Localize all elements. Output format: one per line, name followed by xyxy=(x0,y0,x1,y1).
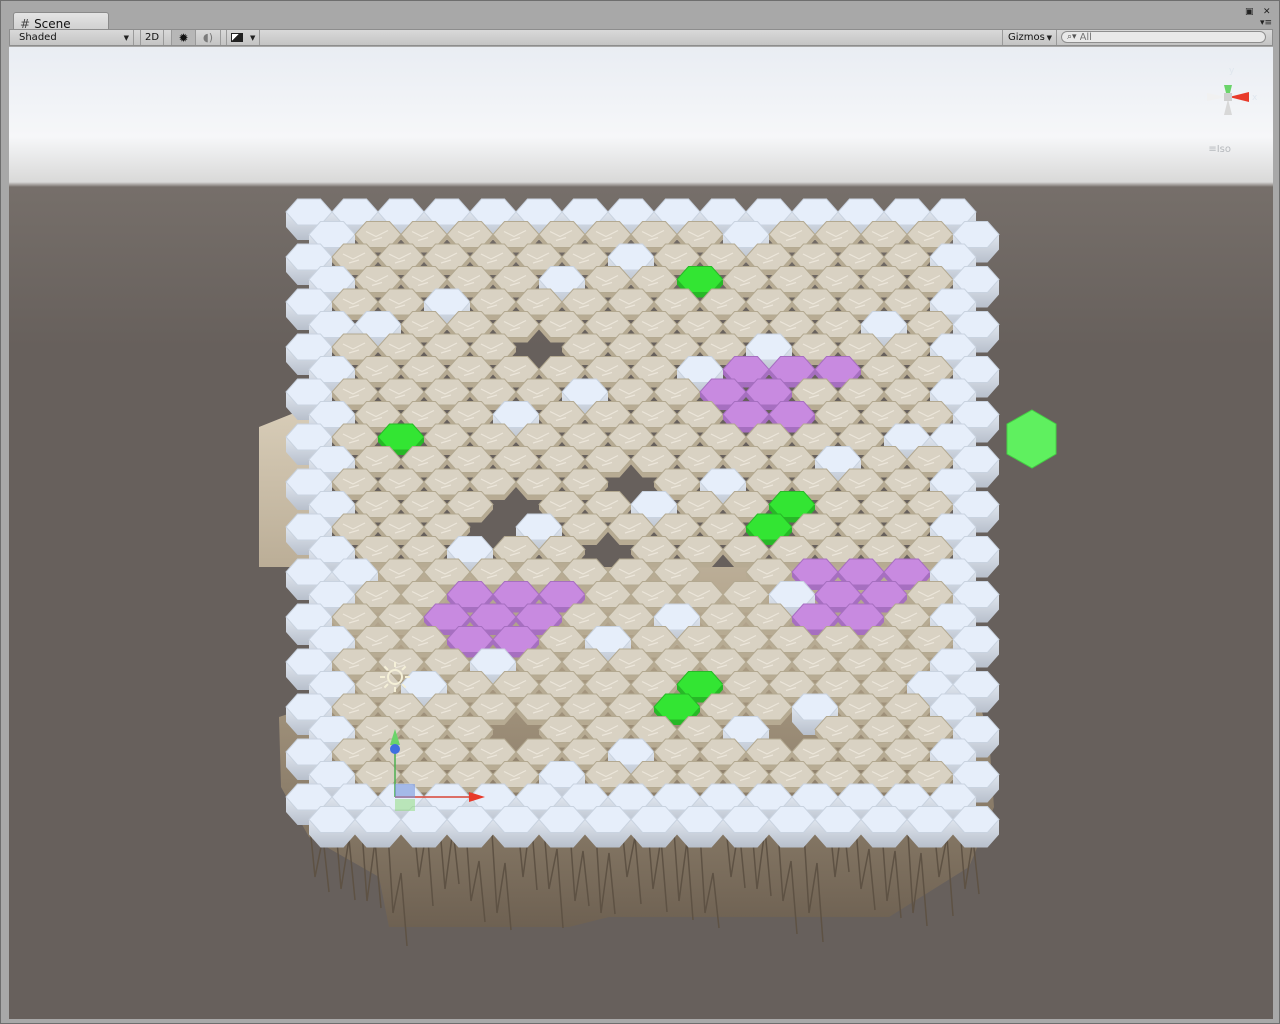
white-tile xyxy=(584,806,632,848)
speaker-icon: ◖) xyxy=(202,31,214,44)
white-tile xyxy=(906,806,954,848)
gizmos-label: Gizmos xyxy=(1008,32,1045,43)
white-tile xyxy=(814,806,862,848)
tab-strip: # Scene xyxy=(7,6,1273,34)
white-tile xyxy=(952,806,1000,848)
selected-green-hex xyxy=(1006,409,1057,469)
white-tile xyxy=(860,806,908,848)
hex-board xyxy=(259,198,1057,947)
maximize-icon[interactable]: ▣ xyxy=(1245,8,1254,17)
white-tile xyxy=(308,806,356,848)
white-tile xyxy=(538,806,586,848)
projection-label-text: Iso xyxy=(1216,144,1231,155)
panel-menu-icon[interactable]: ▾≡ xyxy=(1260,19,1272,28)
white-tile xyxy=(400,806,448,848)
draw-mode-label: Shaded xyxy=(19,32,57,43)
effects-dropdown[interactable]: ▼ xyxy=(226,30,260,45)
scene-hex-map[interactable] xyxy=(9,47,1273,1019)
white-tile xyxy=(630,806,678,848)
axis-x-label: x xyxy=(1252,93,1258,103)
axis-neg-y-cone[interactable] xyxy=(1224,99,1232,115)
orientation-gizmo[interactable]: y x xyxy=(1193,61,1263,153)
gizmos-dropdown[interactable]: Gizmos ▼ xyxy=(1002,30,1057,45)
scene-window: # Scene ▣ ✕ ▾≡ Shaded ▼ 2D ✹ ◖) ▼ Gizmos… xyxy=(0,0,1280,1024)
toggle-2d-label: 2D xyxy=(144,32,160,43)
search-icon: ⌕▾ xyxy=(1067,32,1077,42)
draw-mode-dropdown[interactable]: Shaded ▼ xyxy=(10,30,134,45)
search-field[interactable]: ⌕▾ xyxy=(1061,31,1266,43)
image-icon xyxy=(230,33,243,42)
gizmo-center-cube[interactable] xyxy=(1224,93,1232,101)
toggle-2d-button[interactable]: 2D xyxy=(140,30,164,45)
white-tile xyxy=(354,806,402,848)
scene-toolbar: Shaded ▼ 2D ✹ ◖) ▼ Gizmos ▼ ⌕▾ xyxy=(9,29,1273,46)
lighting-toggle[interactable]: ✹ xyxy=(171,30,196,45)
search-input[interactable] xyxy=(1079,32,1250,42)
white-tile xyxy=(722,806,770,848)
chevron-down-icon: ▼ xyxy=(1046,33,1052,42)
scene-viewport[interactable]: y x ≡Iso xyxy=(9,47,1273,1019)
audio-toggle[interactable]: ◖) xyxy=(196,30,221,45)
chevron-down-icon: ▼ xyxy=(123,33,129,42)
white-tile xyxy=(768,806,816,848)
axis-y-label: y xyxy=(1229,66,1235,76)
white-tile xyxy=(492,806,540,848)
chevron-down-icon: ▼ xyxy=(249,33,256,42)
projection-label[interactable]: ≡Iso xyxy=(1208,144,1231,155)
white-tile xyxy=(446,806,494,848)
scene-grid-icon: # xyxy=(20,16,31,31)
close-icon[interactable]: ✕ xyxy=(1263,8,1271,17)
white-tile xyxy=(676,806,724,848)
sun-icon: ✹ xyxy=(178,30,189,45)
